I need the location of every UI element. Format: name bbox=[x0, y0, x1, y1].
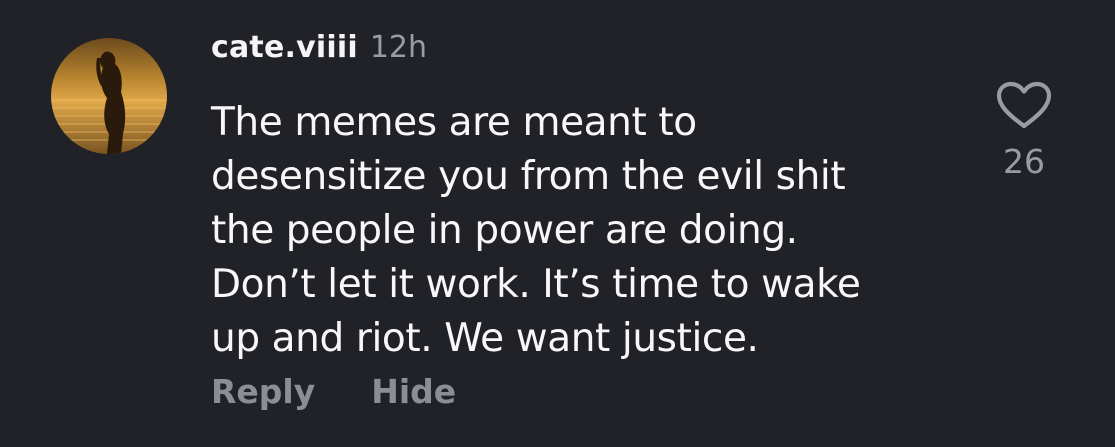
comment-text-line: the people in power are doing. bbox=[211, 208, 798, 253]
like-button[interactable] bbox=[995, 80, 1053, 130]
avatar-image bbox=[51, 38, 167, 154]
username[interactable]: cate.viiii bbox=[211, 30, 358, 65]
comment-item: cate.viiii 12h The memes are meant to de… bbox=[0, 0, 1115, 447]
comment-text-line: The memes are meant to bbox=[211, 100, 697, 145]
comment-header: cate.viiii 12h bbox=[211, 30, 427, 80]
heart-outline-icon bbox=[996, 81, 1052, 129]
comment-text-line: Don’t let it work. It’s time to wake bbox=[211, 262, 861, 307]
hide-button[interactable]: Hide bbox=[371, 372, 456, 411]
timestamp: 12h bbox=[369, 30, 427, 65]
comment-text-line: up and riot. We want justice. bbox=[211, 316, 759, 361]
comment-text-line: desensitize you from the evil shit bbox=[211, 154, 846, 199]
comment-actions: Reply Hide bbox=[211, 372, 456, 411]
like-count: 26 bbox=[1003, 142, 1045, 181]
avatar[interactable] bbox=[51, 38, 167, 154]
comment-text: The memes are meant to desensitize you f… bbox=[211, 96, 941, 366]
reply-button[interactable]: Reply bbox=[211, 372, 315, 411]
